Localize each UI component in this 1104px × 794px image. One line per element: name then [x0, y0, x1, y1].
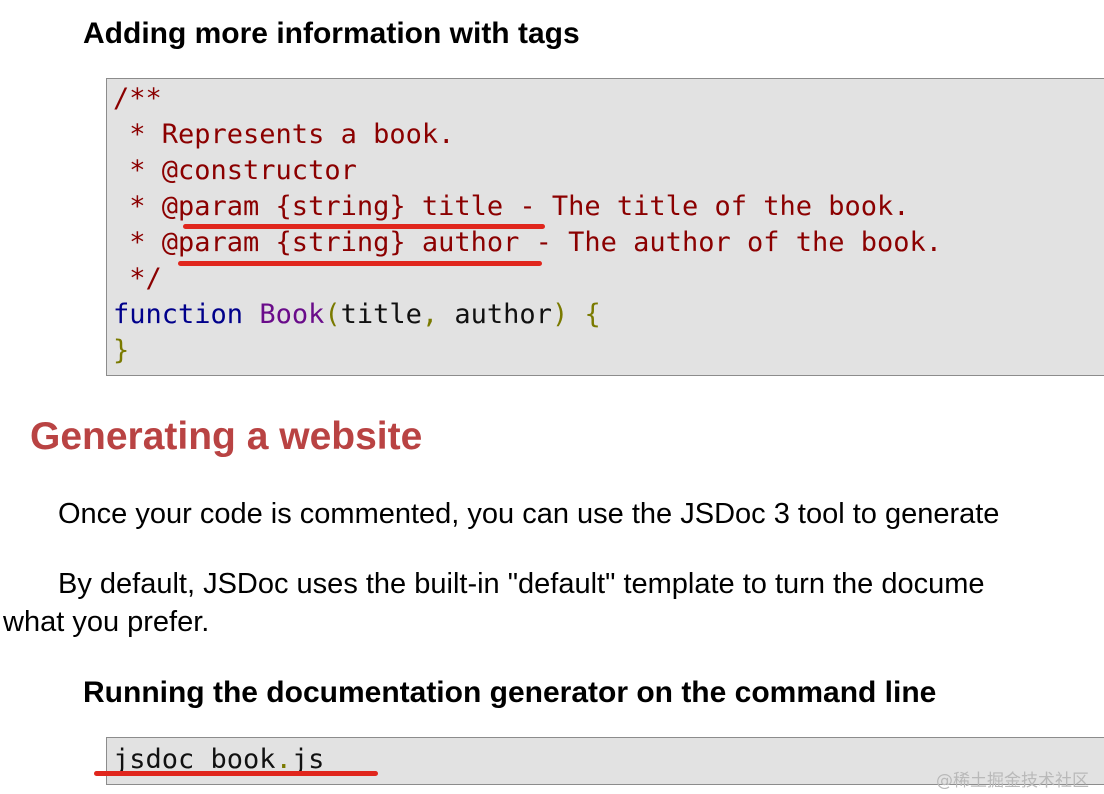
annotation-underline	[178, 261, 542, 266]
code-token: /**	[113, 83, 162, 114]
code-line: /**	[113, 81, 162, 117]
code-token: }	[113, 335, 130, 366]
code-line: }	[113, 333, 129, 369]
code-token: * @param {string} author - The author of…	[113, 227, 943, 258]
code-line: * @param {string} author - The author of…	[113, 225, 942, 261]
code-line: * @constructor	[113, 153, 357, 189]
annotation-underline	[183, 224, 545, 229]
code-token: function	[113, 299, 244, 330]
code-token: {	[584, 299, 601, 330]
section-heading-generating-website: Generating a website	[30, 415, 423, 458]
section-heading-command-line: Running the documentation generator on t…	[83, 676, 937, 709]
section-heading-tags: Adding more information with tags	[83, 17, 580, 50]
doc-page: Adding more information with tags /** * …	[0, 0, 1104, 794]
code-token: (	[324, 299, 341, 330]
code-token: )	[551, 299, 569, 330]
code-token: */	[113, 263, 162, 294]
code-line: * @param {string} title - The title of t…	[113, 189, 910, 225]
code-token: author	[438, 299, 552, 330]
annotation-underline	[94, 771, 378, 776]
paragraph-text: Once your code is commented, you can use…	[58, 498, 1000, 530]
code-line: function Book(title, author) {	[113, 297, 601, 333]
paragraph-text: By default, JSDoc uses the built-in "def…	[58, 568, 985, 600]
code-line: * Represents a book.	[113, 117, 454, 153]
code-token: Book	[259, 299, 325, 330]
code-token: * Represents a book.	[113, 119, 455, 150]
code-token: * @constructor	[113, 155, 357, 186]
code-token: title	[340, 299, 422, 330]
code-line: */	[113, 261, 162, 297]
code-token: * @param {string} title - The title of t…	[113, 191, 910, 222]
paragraph-text: what you prefer.	[3, 606, 210, 638]
code-token: ,	[421, 299, 439, 330]
watermark-text: @稀土掘金技术社区	[936, 771, 1089, 791]
